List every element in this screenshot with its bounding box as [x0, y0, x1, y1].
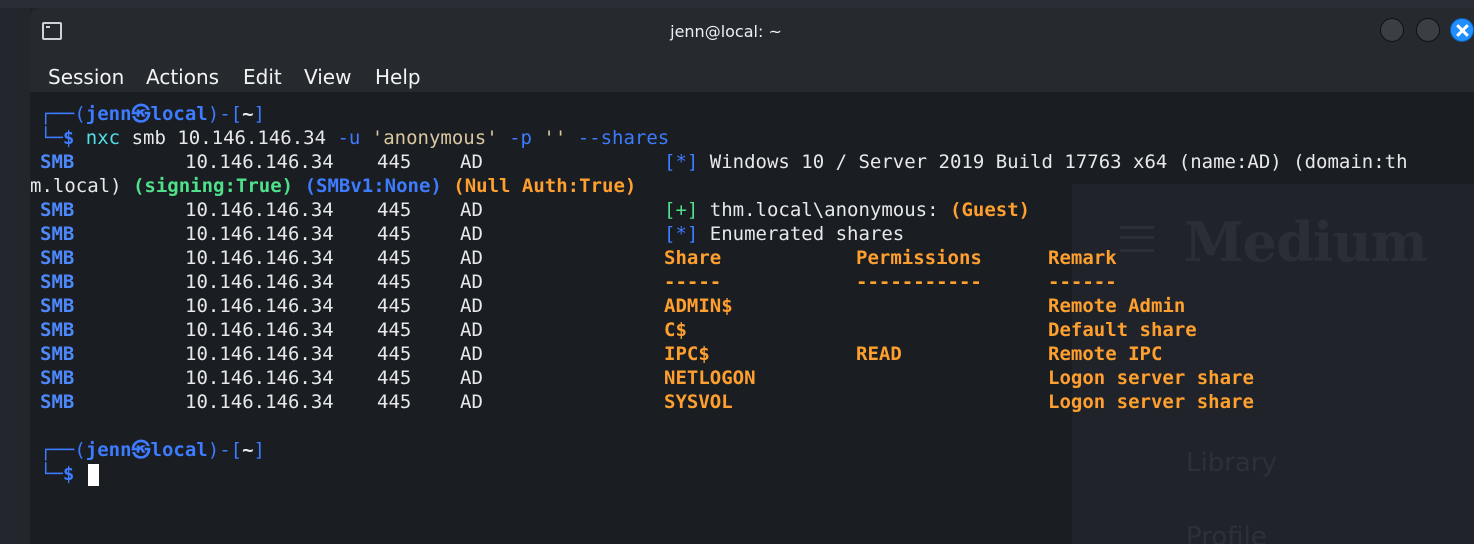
share-remark: Logon server share [1048, 391, 1254, 413]
host-name: AD [460, 343, 483, 365]
menu-edit[interactable]: Edit [243, 65, 282, 89]
host-port: 445 [377, 295, 412, 317]
protocol-label: SMB [40, 319, 75, 341]
share-column-header: Share [664, 247, 722, 269]
protocol-label: SMB [40, 199, 75, 221]
background-menu-icon [1120, 226, 1154, 252]
host-ip: 10.146.146.34 [185, 319, 334, 341]
host-ip: 10.146.146.34 [185, 271, 334, 293]
menu-help[interactable]: Help [375, 65, 421, 89]
desktop-left-edge [0, 8, 30, 544]
protocol-label: SMB [40, 271, 75, 293]
share-name: C$ [664, 319, 687, 341]
prompt-line-2: ┌──(jenn㉿local)-[~] [40, 439, 265, 461]
host-ip: 10.146.146.34 [185, 343, 334, 365]
protocol-label: SMB [40, 223, 75, 245]
host-ip: 10.146.146.34 [185, 199, 334, 221]
menu-actions[interactable]: Actions [146, 65, 219, 89]
host-port: 445 [377, 151, 412, 173]
share-remark: Remote Admin [1048, 295, 1186, 317]
host-ip: 10.146.146.34 [185, 247, 334, 269]
share-remark: Default share [1048, 319, 1197, 341]
host-port: 445 [377, 199, 412, 221]
background-profile-label: Profile [1186, 522, 1267, 544]
auth-result-text: [+] thm.local\anonymous: (Guest) [664, 199, 1031, 221]
host-ip: 10.146.146.34 [185, 223, 334, 245]
share-name: ADMIN$ [664, 295, 733, 317]
command-line: └─$ nxc smb 10.146.146.34 -u 'anonymous'… [40, 127, 670, 149]
terminal-output[interactable]: Medium Library Profile ┌──(jenn㉿local)-[… [30, 92, 1474, 544]
close-button[interactable] [1450, 18, 1474, 42]
share-column-rule: ----- [664, 271, 722, 293]
host-name: AD [460, 295, 483, 317]
windows-info-text: [*] Windows 10 / Server 2019 Build 17763… [664, 151, 1408, 173]
host-name: AD [460, 271, 483, 293]
share-permission: READ [856, 343, 902, 365]
host-ip: 10.146.146.34 [185, 295, 334, 317]
permissions-column-header: Permissions [856, 247, 982, 269]
protocol-label: SMB [40, 295, 75, 317]
host-port: 445 [377, 391, 412, 413]
desktop-top-strip [0, 0, 1474, 8]
host-port: 445 [377, 271, 412, 293]
minimize-button[interactable] [1380, 18, 1404, 42]
host-name: AD [460, 247, 483, 269]
host-name: AD [460, 223, 483, 245]
host-name: AD [460, 319, 483, 341]
host-port: 445 [377, 223, 412, 245]
protocol-label: SMB [40, 391, 75, 413]
background-brand-logo: Medium [1184, 210, 1428, 274]
menu-session[interactable]: Session [48, 65, 124, 89]
share-remark: Remote IPC [1048, 343, 1163, 365]
host-ip: 10.146.146.34 [185, 391, 334, 413]
host-name: AD [460, 391, 483, 413]
share-name: SYSVOL [664, 391, 733, 413]
protocol-label: SMB [40, 151, 75, 173]
permissions-column-rule: ----------- [856, 271, 982, 293]
protocol-label: SMB [40, 367, 75, 389]
title-bar[interactable]: jenn@local: ~ [30, 8, 1474, 54]
host-port: 445 [377, 343, 412, 365]
host-port: 445 [377, 247, 412, 269]
share-name: NETLOGON [664, 367, 756, 389]
menu-view[interactable]: View [304, 65, 351, 89]
protocol-label: SMB [40, 343, 75, 365]
host-port: 445 [377, 319, 412, 341]
maximize-button[interactable] [1416, 18, 1440, 42]
enumerated-shares-text: [*] Enumerated shares [664, 223, 905, 245]
host-name: AD [460, 367, 483, 389]
input-line[interactable]: └─$ [40, 462, 74, 486]
remark-column-header: Remark [1048, 247, 1117, 269]
share-name: IPC$ [664, 343, 710, 365]
prompt-line: ┌──(jenn㉿local)-[~] [40, 103, 265, 125]
host-port: 445 [377, 367, 412, 389]
wrapped-info-line: m.local) (signing:True) (SMBv1:None) (Nu… [30, 175, 637, 197]
text-cursor [88, 464, 99, 486]
share-remark: Logon server share [1048, 367, 1254, 389]
host-ip: 10.146.146.34 [185, 367, 334, 389]
host-name: AD [460, 151, 483, 173]
protocol-label: SMB [40, 247, 75, 269]
remark-column-rule: ------ [1048, 271, 1117, 293]
host-name: AD [460, 199, 483, 221]
terminal-window: jenn@local: ~ Session Actions Edit View … [30, 8, 1474, 544]
menu-bar: Session Actions Edit View Help [30, 54, 1474, 92]
host-ip: 10.146.146.34 [185, 151, 334, 173]
background-library-label: Library [1186, 448, 1277, 478]
window-title: jenn@local: ~ [670, 22, 782, 41]
